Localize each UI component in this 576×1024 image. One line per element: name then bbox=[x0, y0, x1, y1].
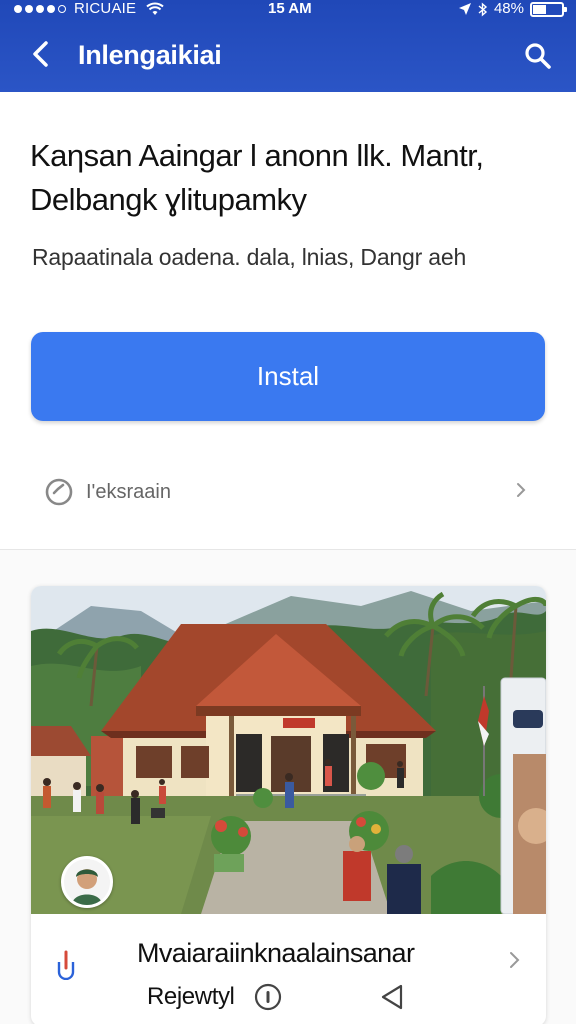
info-icon[interactable] bbox=[253, 982, 283, 1012]
top-bar: RICUAIE 15 AM 48% Inlengaikiai bbox=[0, 0, 576, 92]
page-title-line-1: Kaηsan Aaingar l anonn llk. Mantr, bbox=[30, 138, 484, 173]
location-arrow-icon bbox=[458, 3, 471, 15]
nav-back-icon[interactable] bbox=[379, 983, 405, 1011]
avatar[interactable] bbox=[61, 856, 113, 908]
back-button[interactable] bbox=[24, 34, 60, 74]
search-icon bbox=[525, 43, 551, 69]
chevron-right-icon bbox=[517, 483, 526, 497]
share-icon[interactable] bbox=[51, 946, 81, 980]
signal-strength-icon bbox=[14, 5, 66, 13]
battery-percent: 48% bbox=[493, 0, 524, 17]
install-button-label: Instal bbox=[256, 361, 320, 391]
wifi-icon bbox=[146, 2, 164, 15]
card-subline: Rejewtyl bbox=[147, 982, 405, 1012]
card-subtitle: Rejewtyl bbox=[147, 983, 235, 1010]
search-button[interactable] bbox=[518, 36, 558, 76]
chevron-right-icon[interactable] bbox=[506, 948, 522, 972]
bluetooth-icon bbox=[478, 1, 488, 17]
info-row-label: I'eksraain bbox=[86, 480, 171, 503]
status-bar: RICUAIE 15 AM 48% bbox=[0, 0, 576, 18]
app-bar: Inlengaikiai bbox=[0, 22, 576, 88]
status-left: RICUAIE bbox=[14, 0, 164, 18]
info-row[interactable]: I'eksraain bbox=[44, 470, 534, 514]
card-photo[interactable] bbox=[31, 586, 546, 914]
status-right: 48% bbox=[458, 0, 567, 18]
check-circle-icon bbox=[45, 478, 73, 506]
install-button[interactable]: Instal bbox=[31, 332, 545, 421]
battery-fill bbox=[533, 4, 546, 14]
avatar-photo bbox=[64, 859, 110, 905]
app-screen: RICUAIE 15 AM 48% Inlengaikiai Kaηsan Aa… bbox=[0, 0, 576, 1024]
card-footer[interactable]: Mvaiaraiinknaalainsanar Rejewtyl bbox=[31, 914, 546, 1024]
carrier-name: RICUAIE bbox=[74, 0, 137, 17]
page-title-line-2: Delbangk ɣlitupamky bbox=[30, 182, 307, 217]
app-bar-title: Inlengaikiai bbox=[78, 40, 222, 70]
status-time: 15 AM bbox=[268, 0, 312, 17]
card-title[interactable]: Mvaiaraiinknaalainsanar bbox=[137, 938, 415, 969]
feed-card[interactable]: Mvaiaraiinknaalainsanar Rejewtyl bbox=[31, 586, 546, 1024]
page-title: Kaηsan Aaingar l anonn llk. Mantr, Delba… bbox=[30, 134, 550, 222]
page-subtitle: Rapaatinala oadena. dala, lnias, Dangr a… bbox=[32, 244, 467, 270]
battery-icon bbox=[530, 1, 567, 17]
chevron-left-icon bbox=[33, 41, 48, 67]
